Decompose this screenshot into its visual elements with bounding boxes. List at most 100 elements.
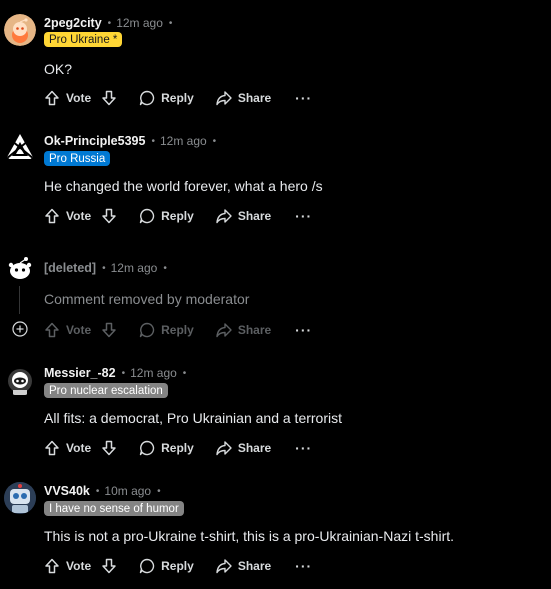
more-options-button[interactable]: ··· bbox=[295, 208, 312, 224]
reply-label: Reply bbox=[161, 91, 194, 105]
separator-dot: • bbox=[121, 367, 126, 379]
reply-button[interactable]: Reply bbox=[139, 90, 194, 106]
comment-bubble-icon bbox=[139, 208, 155, 224]
timestamp[interactable]: 12m ago bbox=[111, 261, 158, 275]
upvote-button[interactable]: Vote bbox=[44, 208, 91, 224]
share-label: Share bbox=[237, 441, 272, 455]
deleted-snoo-avatar bbox=[4, 251, 36, 283]
share-button[interactable]: Share bbox=[216, 90, 271, 106]
separator-dot: • bbox=[157, 485, 161, 497]
triangle-logo-avatar[interactable] bbox=[4, 131, 36, 163]
reply-button[interactable]: Reply bbox=[139, 440, 194, 456]
more-options-button[interactable]: ··· bbox=[295, 90, 312, 106]
vote-label: Vote bbox=[66, 323, 92, 337]
user-flair: I have no sense of humor bbox=[44, 501, 184, 516]
downvote-arrow-icon bbox=[102, 322, 116, 338]
removed-comment-notice: Comment removed by moderator bbox=[44, 291, 250, 307]
separator-dot: • bbox=[95, 485, 100, 497]
snoo-orange-avatar[interactable] bbox=[4, 14, 36, 46]
share-button[interactable]: Share bbox=[216, 440, 271, 456]
more-options-button[interactable]: ··· bbox=[295, 322, 312, 338]
comment-bubble-icon bbox=[139, 90, 155, 106]
share-arrow-icon bbox=[216, 441, 232, 456]
downvote-button[interactable] bbox=[101, 558, 117, 574]
share-button[interactable]: Share bbox=[216, 322, 271, 338]
reply-label: Reply bbox=[161, 209, 194, 223]
username[interactable]: Messier_-82 bbox=[44, 366, 116, 380]
share-label: Share bbox=[237, 323, 272, 337]
vote-label: Vote bbox=[66, 441, 92, 455]
upvote-arrow-icon bbox=[45, 558, 59, 574]
downvote-button[interactable] bbox=[101, 208, 117, 224]
upvote-arrow-icon bbox=[45, 440, 59, 456]
share-arrow-icon bbox=[216, 559, 232, 574]
upvote-arrow-icon bbox=[45, 322, 59, 338]
user-flair: Pro Russia bbox=[44, 151, 111, 166]
comment-actions: Vote Reply Share ··· bbox=[44, 88, 312, 108]
comment-body: He changed the world forever, what a her… bbox=[44, 178, 323, 194]
robot-avatar[interactable] bbox=[4, 482, 36, 514]
upvote-arrow-icon bbox=[45, 90, 59, 106]
downvote-arrow-icon bbox=[102, 440, 116, 456]
reply-button[interactable]: Reply bbox=[139, 208, 194, 224]
comment-actions: Vote Reply Share ··· bbox=[44, 320, 312, 340]
reply-label: Reply bbox=[161, 323, 194, 337]
username[interactable]: 2peg2city bbox=[44, 16, 102, 30]
user-flair: Pro nuclear escalation bbox=[44, 383, 168, 398]
more-options-button[interactable]: ··· bbox=[295, 558, 312, 574]
expand-thread-icon[interactable] bbox=[12, 321, 28, 337]
share-arrow-icon bbox=[216, 209, 232, 224]
upvote-arrow-icon bbox=[45, 208, 59, 224]
share-label: Share bbox=[237, 209, 272, 223]
vote-label: Vote bbox=[66, 209, 92, 223]
more-options-button[interactable]: ··· bbox=[295, 440, 312, 456]
thread-line[interactable] bbox=[19, 286, 20, 314]
timestamp[interactable]: 10m ago bbox=[104, 484, 151, 498]
comment-actions: Vote Reply Share ··· bbox=[44, 206, 312, 226]
separator-dot: • bbox=[212, 135, 217, 147]
timestamp[interactable]: 12m ago bbox=[130, 366, 177, 380]
astronaut-avatar[interactable] bbox=[4, 364, 36, 396]
comment-actions: Vote Reply Share ··· bbox=[44, 556, 312, 576]
timestamp[interactable]: 12m ago bbox=[160, 134, 207, 148]
username[interactable]: Ok-Principle5395 bbox=[44, 134, 145, 148]
comment-body: OK? bbox=[44, 61, 73, 77]
separator-dot: • bbox=[151, 135, 155, 147]
reply-label: Reply bbox=[161, 559, 194, 573]
comment-bubble-icon bbox=[139, 440, 155, 456]
downvote-arrow-icon bbox=[102, 208, 116, 224]
upvote-button[interactable]: Vote bbox=[44, 322, 91, 338]
share-button[interactable]: Share bbox=[216, 558, 271, 574]
comment-body: This is not a pro-Ukraine t-shirt, this … bbox=[44, 528, 455, 544]
separator-dot: • bbox=[168, 17, 173, 29]
downvote-arrow-icon bbox=[102, 558, 116, 574]
downvote-button[interactable] bbox=[101, 90, 117, 106]
share-label: Share bbox=[237, 91, 272, 105]
reply-button[interactable]: Reply bbox=[139, 558, 194, 574]
comment-bubble-icon bbox=[139, 558, 155, 574]
reply-label: Reply bbox=[161, 441, 194, 455]
share-button[interactable]: Share bbox=[216, 208, 271, 224]
upvote-button[interactable]: Vote bbox=[44, 90, 91, 106]
downvote-button[interactable] bbox=[101, 440, 117, 456]
comment-actions: Vote Reply Share ··· bbox=[44, 438, 312, 458]
vote-label: Vote bbox=[66, 559, 92, 573]
separator-dot: • bbox=[163, 262, 167, 274]
share-arrow-icon bbox=[216, 91, 232, 106]
reply-button[interactable]: Reply bbox=[139, 322, 194, 338]
separator-dot: • bbox=[182, 367, 187, 379]
vote-label: Vote bbox=[66, 91, 92, 105]
username: [deleted] bbox=[44, 261, 97, 275]
comment-bubble-icon bbox=[139, 322, 155, 338]
separator-dot: • bbox=[107, 17, 112, 29]
share-label: Share bbox=[237, 559, 272, 573]
username[interactable]: VVS40k bbox=[44, 484, 90, 498]
comment-body: All fits: a democrat, Pro Ukrainian and … bbox=[44, 410, 343, 426]
upvote-button[interactable]: Vote bbox=[44, 440, 91, 456]
user-flair: Pro Ukraine * bbox=[44, 32, 123, 47]
separator-dot: • bbox=[102, 262, 106, 274]
timestamp[interactable]: 12m ago bbox=[116, 16, 163, 30]
downvote-button[interactable] bbox=[101, 322, 117, 338]
upvote-button[interactable]: Vote bbox=[44, 558, 91, 574]
downvote-arrow-icon bbox=[102, 90, 116, 106]
